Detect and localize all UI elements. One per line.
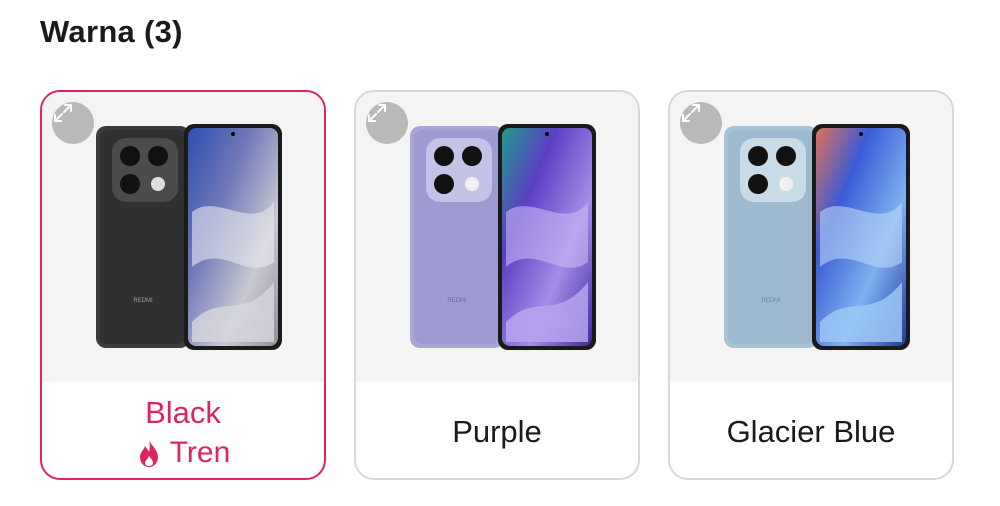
color-name: Black	[145, 395, 221, 430]
trend-label: Tren	[169, 436, 231, 469]
color-label-area: Purple	[356, 382, 638, 478]
expand-button[interactable]	[366, 102, 408, 144]
expand-icon	[368, 104, 386, 122]
expand-button[interactable]	[52, 102, 94, 144]
color-label-area: Glacier Blue	[670, 382, 952, 478]
expand-icon	[682, 104, 700, 122]
color-name: Glacier Blue	[726, 414, 896, 449]
color-option-purple[interactable]: REDMI Purple	[354, 90, 640, 480]
expand-button[interactable]	[680, 102, 722, 144]
product-image: REDMI	[42, 92, 324, 382]
expand-icon	[54, 104, 72, 122]
color-option-glacier-blue[interactable]: REDMI Glacier Blue	[668, 90, 954, 480]
color-name: Purple	[452, 414, 542, 449]
trend-badge: Tren	[136, 435, 231, 471]
product-image: REDMI	[356, 92, 638, 382]
svg-text:REDMI: REDMI	[761, 298, 781, 304]
flame-icon	[139, 439, 158, 467]
product-image: REDMI	[670, 92, 952, 382]
svg-text:REDMI: REDMI	[447, 298, 467, 304]
color-label-area: Black Tren	[42, 382, 324, 478]
color-option-black[interactable]: REDMI Black Tren	[40, 90, 326, 480]
color-options: REDMI Black Tren REDMI Purple REDMI Glac…	[0, 0, 1000, 506]
svg-text:REDMI: REDMI	[133, 298, 153, 304]
